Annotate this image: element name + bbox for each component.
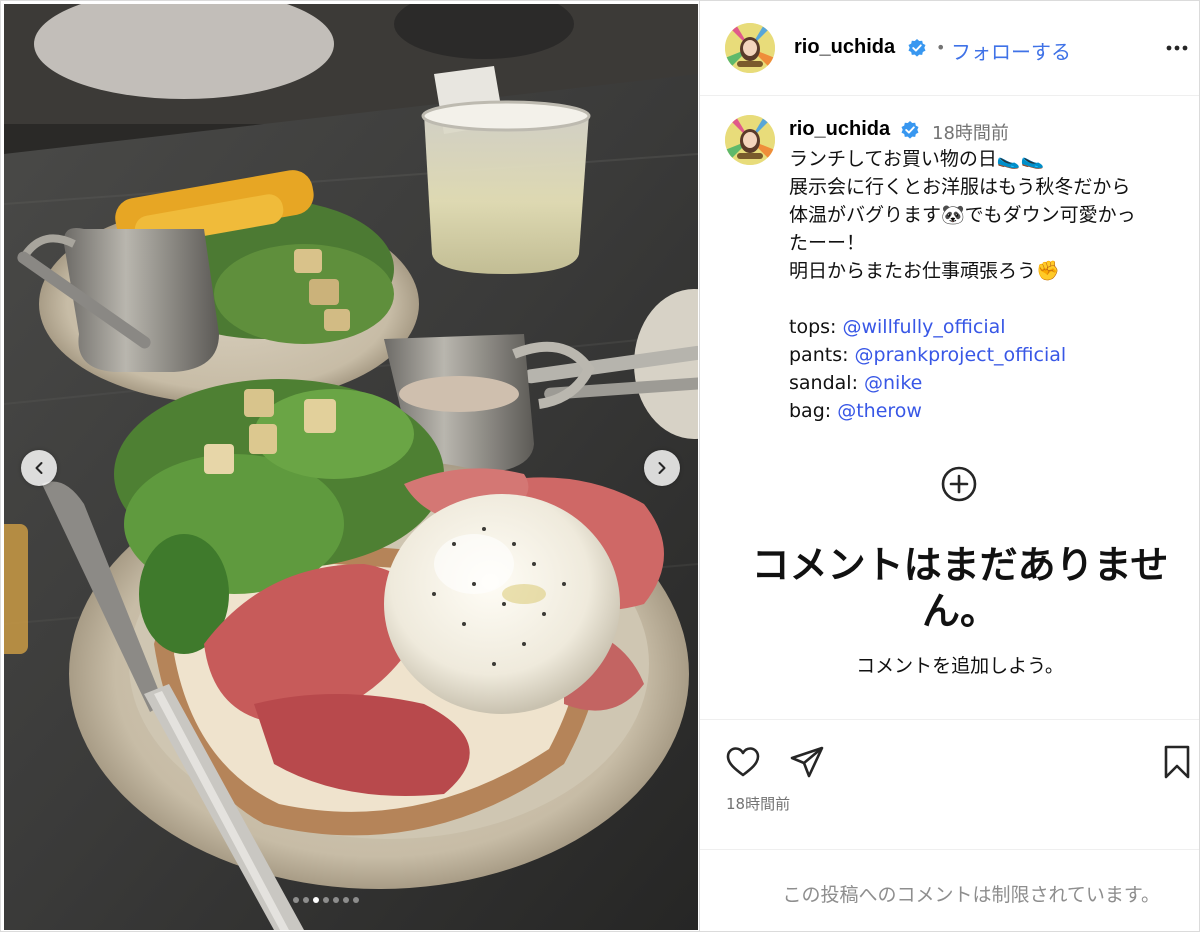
chevron-left-icon [35, 462, 43, 474]
caption-timestamp[interactable]: 18時間前 [932, 119, 1009, 145]
avatar-image [725, 23, 775, 73]
chevron-right-icon [658, 462, 666, 474]
carousel-dot [303, 897, 309, 903]
post-side-panel: rio_uchida • フォローする rio_uchida 18時間前 ランチ… [699, 1, 1199, 931]
mention-link[interactable]: @nike [864, 372, 922, 394]
verified-badge-icon [901, 121, 919, 139]
mention-link[interactable]: @willfully_official [842, 316, 1005, 338]
comments-restricted-text: この投稿へのコメントは制限されています。 [782, 884, 1160, 906]
credit-label: pants: [789, 344, 849, 366]
carousel-dot [343, 897, 349, 903]
food-photo-image [4, 4, 698, 930]
credit-label: sandal: [789, 372, 858, 394]
post-photo[interactable] [4, 4, 698, 930]
credit-line-bag: bag: @therow [789, 397, 1189, 425]
mention-link[interactable]: @therow [837, 400, 922, 422]
credit-line-pants: pants: @prankproject_official [789, 341, 1189, 369]
empty-comments-subtitle: コメントを追加しよう。 [856, 655, 1064, 677]
more-options-icon [1166, 45, 1188, 51]
caption-line: 明日からまたお仕事頑張ろう✊ [789, 260, 1060, 282]
bookmark-icon[interactable] [1159, 744, 1195, 780]
verified-badge-icon [908, 39, 926, 57]
carousel-next-button[interactable] [644, 450, 680, 486]
post-actions: 18時間前 [700, 719, 1199, 849]
more-options-button[interactable] [1162, 35, 1192, 61]
send-icon[interactable] [789, 744, 825, 780]
carousel-dot [313, 897, 319, 903]
account-username[interactable]: rio_uchida [794, 36, 895, 59]
carousel-dot [333, 897, 339, 903]
caption-line: 展示会に行くとお洋服はもう秋冬だから [789, 176, 1131, 198]
avatar[interactable] [725, 23, 775, 73]
caption-line: 体温がバグります🐼でもダウン可愛かっ [789, 204, 1136, 226]
caption-avatar[interactable] [725, 115, 775, 165]
credit-label: tops: [789, 316, 837, 338]
caption-line: たーー！ [789, 232, 866, 254]
post-dialog: rio_uchida • フォローする rio_uchida 18時間前 ランチ… [0, 0, 1200, 932]
carousel-dot [323, 897, 329, 903]
carousel-indicator [293, 897, 359, 903]
header-separator: • [936, 38, 946, 57]
comments-restricted-footer: この投稿へのコメントは制限されています。 [700, 849, 1199, 931]
heart-icon[interactable] [725, 744, 761, 780]
caption-text: ランチしてお買い物の日🥿🥿 展示会に行くとお洋服はもう秋冬だから 体温がバグりま… [789, 145, 1189, 425]
caption-username[interactable]: rio_uchida [789, 118, 890, 141]
avatar-image [725, 115, 775, 165]
carousel-dot [293, 897, 299, 903]
carousel-dot [353, 897, 359, 903]
empty-comments-title: コメントはまだありません。 [751, 545, 1169, 633]
mention-link[interactable]: @prankproject_official [855, 344, 1067, 366]
credit-label: bag: [789, 400, 832, 422]
credit-line-tops: tops: @willfully_official [789, 313, 1189, 341]
credit-line-sandal: sandal: @nike [789, 369, 1189, 397]
post-header: rio_uchida • フォローする [700, 1, 1199, 96]
post-timestamp[interactable]: 18時間前 [726, 793, 790, 814]
carousel-prev-button[interactable] [21, 450, 57, 486]
caption-line: ランチしてお買い物の日🥿🥿 [789, 148, 1045, 170]
follow-button[interactable]: フォローする [951, 36, 1071, 65]
add-comment-icon[interactable] [941, 466, 977, 502]
